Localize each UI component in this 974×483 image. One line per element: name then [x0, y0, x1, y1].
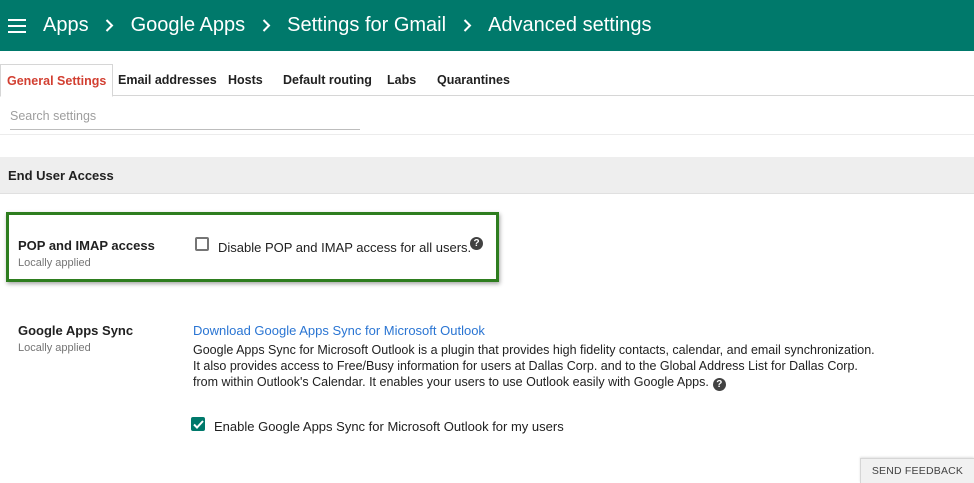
search-input[interactable]: [10, 102, 360, 130]
tab-quarantines[interactable]: Quarantines: [437, 64, 510, 96]
tab-hosts[interactable]: Hosts: [228, 64, 263, 96]
chevron-right-icon: [245, 19, 287, 32]
enable-apps-sync-label[interactable]: Enable Google Apps Sync for Microsoft Ou…: [214, 419, 564, 434]
pop-imap-setting-scope: Locally applied: [18, 257, 91, 269]
divider: [0, 134, 974, 135]
download-apps-sync-link[interactable]: Download Google Apps Sync for Microsoft …: [193, 323, 485, 338]
tab-general-settings[interactable]: General Settings: [0, 64, 114, 97]
menu-button[interactable]: [0, 0, 34, 51]
apps-sync-description-line: Google Apps Sync for Microsoft Outlook i…: [193, 343, 875, 357]
tab-labs[interactable]: Labs: [387, 64, 416, 96]
tab-default-routing[interactable]: Default routing: [283, 64, 372, 96]
apps-sync-setting-name: Google Apps Sync: [18, 323, 134, 338]
breadcrumb-advanced-settings: Advanced settings: [488, 14, 652, 36]
top-app-bar: Apps Google Apps Settings for Gmail Adva…: [0, 0, 974, 51]
apps-sync-setting-scope: Locally applied: [18, 342, 91, 354]
breadcrumb-google-apps[interactable]: Google Apps: [131, 14, 246, 37]
chevron-right-icon: [89, 19, 131, 32]
help-icon[interactable]: ?: [470, 237, 483, 250]
breadcrumb: Apps Google Apps Settings for Gmail Adva…: [43, 14, 652, 37]
help-icon[interactable]: ?: [712, 378, 726, 391]
apps-sync-description-text: from within Outlook's Calendar. It enabl…: [193, 375, 709, 389]
apps-sync-description-line: It also provides access to Free/Busy inf…: [193, 359, 858, 373]
section-header: End User Access: [0, 157, 974, 194]
send-feedback-button[interactable]: SEND FEEDBACK: [860, 458, 974, 483]
settings-tabs: General Settings Email addresses Hosts D…: [0, 64, 974, 97]
enable-apps-sync-checkbox[interactable]: [191, 417, 205, 431]
disable-pop-imap-label[interactable]: Disable POP and IMAP access for all user…: [218, 240, 471, 255]
apps-sync-description-line: from within Outlook's Calendar. It enabl…: [193, 374, 893, 391]
chevron-right-icon: [446, 19, 488, 32]
menu-icon: [8, 18, 26, 33]
tab-email-addresses[interactable]: Email addresses: [118, 64, 217, 96]
breadcrumb-settings-for-gmail[interactable]: Settings for Gmail: [287, 14, 446, 37]
disable-pop-imap-checkbox[interactable]: [195, 237, 209, 251]
apps-sync-description: Google Apps Sync for Microsoft Outlook i…: [193, 342, 893, 391]
section-title: End User Access: [8, 168, 114, 183]
pop-imap-setting-name: POP and IMAP access: [18, 238, 155, 253]
checkmark-icon: [192, 419, 204, 429]
breadcrumb-apps[interactable]: Apps: [43, 14, 89, 37]
